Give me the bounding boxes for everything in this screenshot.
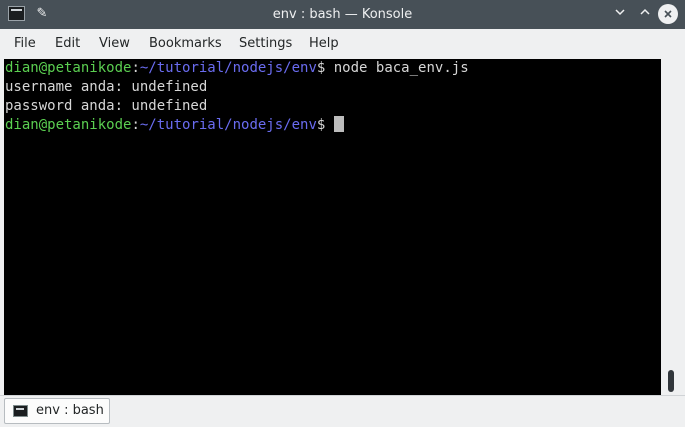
- close-icon: [664, 10, 672, 18]
- chevron-up-icon: [640, 8, 650, 15]
- minimize-button[interactable]: [610, 4, 630, 24]
- user-host: dian@petanikode: [5, 117, 132, 133]
- close-button[interactable]: [658, 4, 678, 24]
- scrollbar[interactable]: [661, 59, 681, 395]
- command-text: node baca_env.js: [325, 60, 469, 76]
- terminal-line: username anda: undefined: [5, 79, 208, 95]
- tab-env-bash[interactable]: env : bash: [4, 398, 110, 424]
- chevron-down-icon: [615, 9, 625, 16]
- command-text: [325, 117, 333, 133]
- text-cursor: [333, 116, 344, 132]
- terminal-line: password anda: undefined: [5, 98, 208, 114]
- menu-bookmarks[interactable]: Bookmarks: [149, 29, 222, 59]
- window-title: env : bash — Konsole: [272, 7, 413, 22]
- tab-bar: env : bash: [0, 395, 685, 427]
- prompt-separator: :: [131, 117, 140, 133]
- menu-bar: File Edit View Bookmarks Settings Help: [0, 29, 685, 59]
- terminal-line: dian@petanikode:~/tutorial/nodejs/env$: [5, 116, 344, 135]
- tab-label: env : bash: [36, 403, 104, 418]
- menu-file[interactable]: File: [14, 29, 36, 59]
- terminal-icon: [13, 405, 28, 417]
- title-bar: ✎ env : bash — Konsole: [0, 0, 685, 29]
- working-directory: ~/tutorial/nodejs/env: [139, 60, 317, 76]
- menu-help[interactable]: Help: [309, 29, 339, 59]
- menu-edit[interactable]: Edit: [55, 29, 80, 59]
- terminal-output[interactable]: dian@petanikode:~/tutorial/nodejs/env$ n…: [4, 59, 661, 395]
- menu-settings[interactable]: Settings: [239, 29, 292, 59]
- terminal-line: dian@petanikode:~/tutorial/nodejs/env$ n…: [5, 59, 469, 78]
- scrollbar-thumb[interactable]: [668, 370, 674, 392]
- user-host: dian@petanikode: [5, 60, 132, 76]
- menu-view[interactable]: View: [99, 29, 130, 59]
- working-directory: ~/tutorial/nodejs/env: [139, 117, 317, 133]
- maximize-button[interactable]: [635, 4, 655, 24]
- prompt-separator: :: [131, 60, 140, 76]
